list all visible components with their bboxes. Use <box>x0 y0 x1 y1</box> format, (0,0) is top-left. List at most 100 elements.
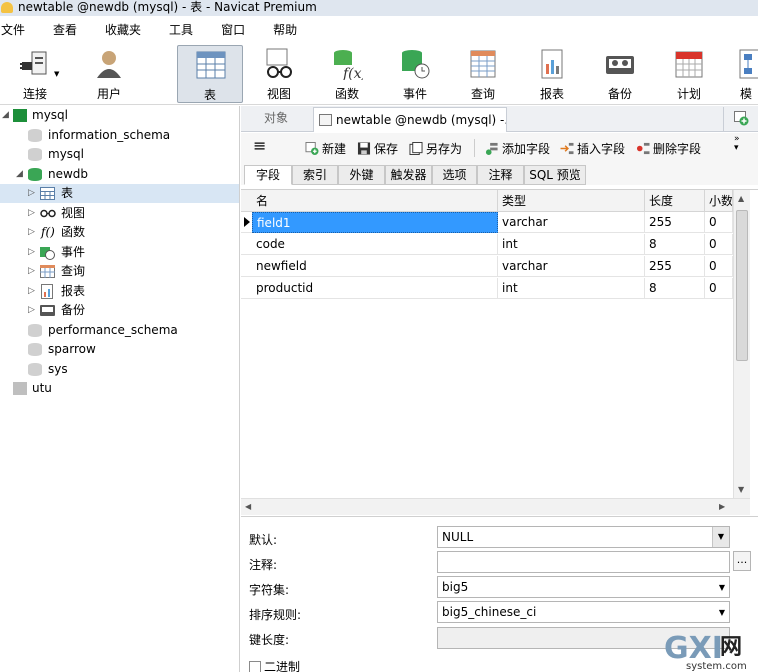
tab-newtable[interactable]: newtable @newdb (mysql) -... <box>313 107 507 132</box>
event-button[interactable]: 事件 <box>382 45 448 103</box>
tree-item-functions[interactable]: ▷ f() 函数 <box>0 223 239 242</box>
tab-sql-preview[interactable]: SQL 预览 <box>524 165 586 185</box>
field-type-cell[interactable]: int <box>498 278 645 299</box>
menu-view[interactable]: 查看 <box>45 21 85 38</box>
tree-db-information-schema[interactable]: information_schema <box>0 126 239 145</box>
vertical-scrollbar[interactable]: ▲ ▼ <box>733 190 750 499</box>
query-button[interactable]: 查询 <box>450 45 516 103</box>
scrollbar-thumb[interactable] <box>736 210 748 361</box>
field-name-cell[interactable]: newfield <box>252 256 498 277</box>
menu-favorites[interactable]: 收藏夹 <box>97 21 149 38</box>
expand-arrow-icon[interactable]: ◢ <box>2 106 10 125</box>
backup-button[interactable]: 备份 <box>587 45 653 103</box>
field-name-cell[interactable]: field1 <box>252 212 498 233</box>
dropdown-arrow-icon[interactable]: ▼ <box>54 70 59 78</box>
collapse-arrow-icon[interactable]: ▷ <box>28 204 36 223</box>
collapse-arrow-icon[interactable]: ▷ <box>28 301 36 320</box>
field-length-cell[interactable]: 255 <box>645 212 705 233</box>
field-length-cell[interactable]: 8 <box>645 278 705 299</box>
charset-select[interactable]: big5 ▼ <box>437 576 730 598</box>
table-row[interactable]: code int 8 0 <box>241 234 733 255</box>
tree-item-queries[interactable]: ▷ 查询 <box>0 262 239 281</box>
column-header-length[interactable]: 长度 <box>645 190 705 212</box>
user-button[interactable]: 用户 <box>76 45 142 103</box>
comment-input[interactable] <box>437 551 730 573</box>
column-header-name[interactable]: 名 <box>252 190 498 212</box>
delete-field-button[interactable]: 删除字段 <box>636 140 701 157</box>
tree-item-reports[interactable]: ▷ 报表 <box>0 282 239 301</box>
collapse-arrow-icon[interactable]: ▷ <box>28 282 36 301</box>
field-name-cell[interactable]: productid <box>252 278 498 299</box>
horizontal-scrollbar[interactable]: ◀ ▶ <box>241 498 750 515</box>
connect-button[interactable]: ▼ 连接 <box>2 45 68 103</box>
view-button[interactable]: 视图 <box>246 45 312 103</box>
chevron-down-icon[interactable]: ▼ <box>712 527 729 547</box>
tree-db-sys[interactable]: sys <box>0 360 239 379</box>
field-decimals-cell[interactable]: 0 <box>705 278 733 299</box>
menu-icon[interactable]: ≡ <box>253 136 266 155</box>
field-type-cell[interactable]: varchar <box>498 212 645 233</box>
tab-options[interactable]: 选项 <box>432 165 477 185</box>
schedule-button[interactable]: 计划 <box>656 45 722 103</box>
binary-checkbox[interactable]: 二进制 <box>249 658 300 672</box>
tree-item-events[interactable]: ▷ 事件 <box>0 243 239 262</box>
collapse-arrow-icon[interactable]: ▷ <box>28 184 36 203</box>
tree-item-views[interactable]: ▷ 视图 <box>0 204 239 223</box>
add-field-button[interactable]: 添加字段 <box>485 140 550 157</box>
collapse-arrow-icon[interactable]: ▷ <box>28 262 36 281</box>
table-row[interactable]: field1 varchar 255 0 <box>241 212 733 233</box>
tree-db-mysql[interactable]: mysql <box>0 145 239 164</box>
collation-select[interactable]: big5_chinese_ci ▼ <box>437 601 730 623</box>
tab-foreign-keys[interactable]: 外键 <box>338 165 385 185</box>
menu-file[interactable]: 文件 <box>0 21 33 38</box>
field-type-cell[interactable]: int <box>498 234 645 255</box>
function-button[interactable]: f(x) 函数 <box>314 45 380 103</box>
menu-window[interactable]: 窗口 <box>213 21 253 38</box>
table-row[interactable]: productid int 8 0 <box>241 278 733 299</box>
model-button[interactable]: 模 <box>724 45 758 103</box>
tab-comment[interactable]: 注释 <box>477 165 524 185</box>
chevron-down-icon[interactable]: ▼ <box>719 578 725 598</box>
default-select[interactable]: NULL ▼ <box>437 526 730 548</box>
tab-fields[interactable]: 字段 <box>244 165 292 185</box>
field-name-cell[interactable]: code <box>252 234 498 255</box>
column-header-type[interactable]: 类型 <box>498 190 645 212</box>
field-length-cell[interactable]: 255 <box>645 256 705 277</box>
collapse-arrow-icon[interactable]: ▷ <box>28 223 36 242</box>
checkbox-box[interactable] <box>249 661 261 672</box>
collapse-arrow-icon[interactable]: ▷ <box>28 243 36 262</box>
menu-help[interactable]: 帮助 <box>265 21 305 38</box>
tree-item-tables[interactable]: ▷ 表 <box>0 184 239 203</box>
tree-db-performance-schema[interactable]: performance_schema <box>0 321 239 340</box>
insert-field-button[interactable]: 插入字段 <box>560 140 625 157</box>
chevron-down-icon[interactable]: ▼ <box>719 603 725 623</box>
save-as-button[interactable]: 另存为 <box>409 140 462 157</box>
save-button[interactable]: 保存 <box>357 140 398 157</box>
tab-triggers[interactable]: 触发器 <box>385 165 432 185</box>
scroll-up-arrow-icon[interactable]: ▲ <box>738 194 744 203</box>
comment-ellipsis-button[interactable]: ... <box>733 551 751 571</box>
field-decimals-cell[interactable]: 0 <box>705 256 733 277</box>
tree-db-newdb[interactable]: ◢ newdb <box>0 165 239 184</box>
tab-indexes[interactable]: 索引 <box>292 165 338 185</box>
column-header-decimals[interactable]: 小数 <box>705 190 733 212</box>
tree-connection-utu[interactable]: utu <box>0 379 239 398</box>
scroll-left-arrow-icon[interactable]: ◀ <box>245 502 251 511</box>
field-decimals-cell[interactable]: 0 <box>705 234 733 255</box>
tree-db-sparrow[interactable]: sparrow <box>0 340 239 359</box>
table-row[interactable]: newfield varchar 255 0 <box>241 256 733 277</box>
expand-arrow-icon[interactable]: ◢ <box>16 165 24 184</box>
field-length-cell[interactable]: 8 <box>645 234 705 255</box>
more-tools-chevron-icon[interactable]: » ▾ <box>734 135 740 153</box>
scroll-right-arrow-icon[interactable]: ▶ <box>719 502 725 511</box>
tree-connection-mysql[interactable]: ◢ mysql <box>0 106 239 125</box>
new-button[interactable]: 新建 <box>305 140 346 157</box>
scroll-down-arrow-icon[interactable]: ▼ <box>738 485 744 494</box>
report-button[interactable]: 报表 <box>519 45 585 103</box>
field-decimals-cell[interactable]: 0 <box>705 212 733 233</box>
table-button[interactable]: 表 <box>177 45 243 103</box>
new-tab-button[interactable] <box>723 107 758 131</box>
menu-tools[interactable]: 工具 <box>161 21 201 38</box>
tree-item-backups[interactable]: ▷ 备份 <box>0 301 239 320</box>
field-type-cell[interactable]: varchar <box>498 256 645 277</box>
